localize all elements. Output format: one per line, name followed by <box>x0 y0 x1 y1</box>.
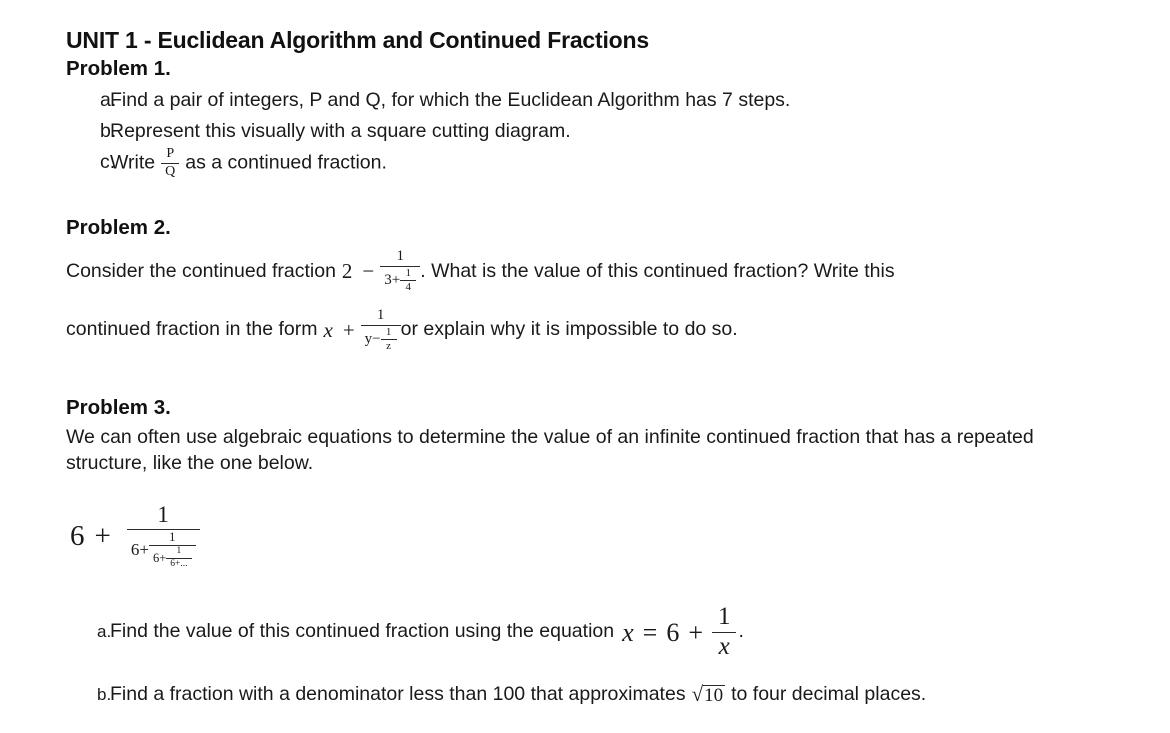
fraction-numerator: 1 <box>396 247 405 264</box>
list-item-text-after: . <box>738 620 744 643</box>
equals-sign: = <box>642 617 658 647</box>
fraction-denominator: Q <box>165 163 176 179</box>
problem-2-section: Problem 2. Consider the continued fracti… <box>66 215 1106 352</box>
list-marker: c. <box>100 151 116 174</box>
list-marker: a. <box>97 622 112 642</box>
fraction-denominator: 6+ 1 6+ 1 6+... <box>127 529 200 570</box>
denominator-lead: 6+ <box>130 540 149 560</box>
fraction-numerator: 1 <box>376 306 385 323</box>
list-item-text-after: as a continued fraction. <box>185 151 387 174</box>
square-root-icon: √ 10 <box>692 684 726 706</box>
equation-integer: 6 <box>666 617 680 647</box>
cf-level-1: 1 6+ 1 6+ 1 6+... <box>126 502 200 570</box>
fraction-denominator: 4 <box>405 281 411 294</box>
problem-2-text-before: Consider the continued fraction <box>66 259 336 282</box>
fraction-numerator: 1 <box>157 502 169 528</box>
list-item-text: Represent this visually with a square cu… <box>110 119 571 142</box>
radical-symbol: √ <box>691 681 704 706</box>
fraction-denominator: x <box>718 632 730 660</box>
list-marker: b. <box>100 119 117 142</box>
fraction-numerator: 1 <box>405 266 411 279</box>
fraction-numerator: 1 <box>169 529 176 544</box>
equation-operator: + <box>688 617 703 647</box>
fraction-numerator: 1 <box>176 545 182 556</box>
cf-lead-integer: 6 <box>70 519 85 552</box>
problem-3-section: Problem 3. We can often use algebraic eq… <box>66 395 1106 710</box>
list-item: b. Find a fraction with a denominator le… <box>66 680 1106 709</box>
equation-x-equals-6-plus-1-over-x: x = 6 +1 x <box>620 604 738 660</box>
page-title: UNIT 1 - Euclidean Algorithm and Continu… <box>66 27 649 53</box>
list-item: a. Find a pair of integers, P and Q, for… <box>66 86 1106 115</box>
problem-2-integer: 2 <box>341 258 353 283</box>
problem-2-fraction-2: 1 y− 1 z <box>360 306 401 353</box>
problem-2-text-before-2: continued fraction in the form <box>66 318 318 341</box>
problem-3-paragraph: We can often use algebraic equations to … <box>66 426 1034 475</box>
list-item-text: Find a fraction with a denominator less … <box>110 680 1106 709</box>
list-item: b. Represent this visually with a square… <box>66 117 1106 146</box>
fraction-numerator: 1 <box>385 325 392 338</box>
fraction-denominator: y− 1 z <box>361 325 401 353</box>
equation-fraction: 1x <box>711 603 737 660</box>
list-item-text-before: Find the value of this continued fractio… <box>110 620 615 643</box>
list-item-text: Find the value of this continued fractio… <box>110 604 1106 660</box>
fraction-p-over-q: PQ <box>161 145 180 179</box>
list-item-text: Write P Qas a continued fraction. <box>110 145 1106 179</box>
cf-level-2: 1 6+ 1 6+... <box>148 529 196 570</box>
problem-2-operator-2: + <box>342 317 355 342</box>
problem-2-line-2: continued fraction in the form x + 1 y− 1… <box>66 306 1106 353</box>
list-marker: a. <box>100 89 117 112</box>
denominator-lead: y− <box>364 330 381 347</box>
fraction-denominator: 6+ 1 6+... <box>149 545 196 570</box>
denominator-lead: 3+ <box>384 271 401 288</box>
problem-2-line-1: Consider the continued fraction 2 − 1 3+… <box>66 247 1106 294</box>
problem-3-list: a. Find the value of this continued frac… <box>66 604 1106 709</box>
equation-lhs: x <box>622 617 634 647</box>
problem-2-fraction: 1 3+ 1 4 <box>380 247 421 294</box>
list-item-text-after: to four decimal places. <box>731 682 927 705</box>
fraction-bar <box>148 544 196 546</box>
list-item-text-before: Write <box>110 151 156 174</box>
problem-2-operator: − <box>362 258 375 283</box>
list-item: a. Find the value of this continued frac… <box>66 604 1106 660</box>
list-item-text: Find a pair of integers, P and Q, for wh… <box>110 89 791 112</box>
nested-fraction: 1z <box>380 325 397 353</box>
radicand: 10 <box>703 684 726 706</box>
problem-1-heading: Problem 1. <box>66 56 171 80</box>
denominator-lead: 6+ <box>152 550 167 565</box>
cf-level-3: 1 6+... <box>166 545 192 570</box>
problem-2-text-after-2: or explain why it is impossible to do so… <box>400 318 738 341</box>
nested-fraction: 14 <box>400 266 417 294</box>
list-marker: b. <box>97 684 112 704</box>
problem-1-list: a. Find a pair of integers, P and Q, for… <box>66 86 1106 179</box>
fraction-bar <box>380 265 421 267</box>
fraction-denominator: z <box>386 340 392 353</box>
cf-lead-operator: + <box>94 519 111 552</box>
problem-2-text-after: . What is the value of this continued fr… <box>420 259 895 282</box>
fraction-denominator: 3+ 1 4 <box>380 266 420 294</box>
problem-3-heading: Problem 3. <box>66 395 171 419</box>
problem-2-variable: x <box>323 317 333 342</box>
fraction-numerator: P <box>166 145 175 161</box>
list-item-text-before: Find a fraction with a denominator less … <box>110 682 686 705</box>
problem-2-heading: Problem 2. <box>66 216 171 240</box>
fraction-bar <box>126 528 200 530</box>
document-page: UNIT 1 - Euclidean Algorithm and Continu… <box>0 0 1170 733</box>
fraction-numerator: 1 <box>717 603 731 631</box>
infinite-continued-fraction: 6 + 1 6+ 1 6+ 1 6+... <box>70 492 1106 580</box>
fraction-bar <box>360 324 401 326</box>
fraction-denominator: 6+... <box>170 558 188 569</box>
problem-1-section: Problem 1. a. Find a pair of integers, P… <box>66 56 1106 180</box>
list-item: c. Write P Qas a continued fraction. <box>66 145 1106 179</box>
